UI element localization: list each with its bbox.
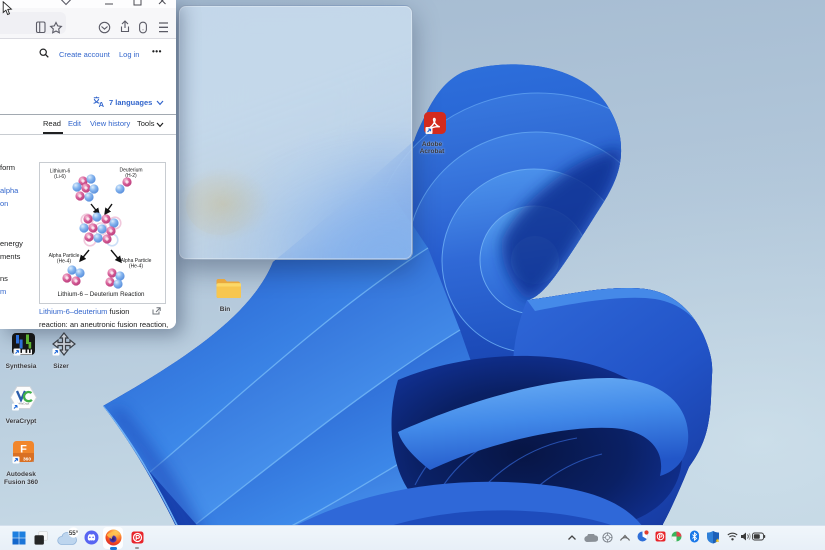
svg-text:(Li-6): (Li-6) [54, 174, 66, 180]
svg-text:A: A [99, 100, 105, 107]
svg-text:F: F [20, 444, 27, 456]
svg-text:360: 360 [23, 457, 31, 463]
svg-text:(He-4): (He-4) [129, 264, 144, 270]
svg-text:55°: 55° [69, 529, 79, 536]
svg-text:VeraCrypt: VeraCrypt [17, 402, 29, 406]
svg-text:Lithium-6 – Deuterium Reaction: Lithium-6 – Deuterium Reaction [57, 291, 145, 298]
svg-text:(He-4): (He-4) [57, 259, 72, 265]
